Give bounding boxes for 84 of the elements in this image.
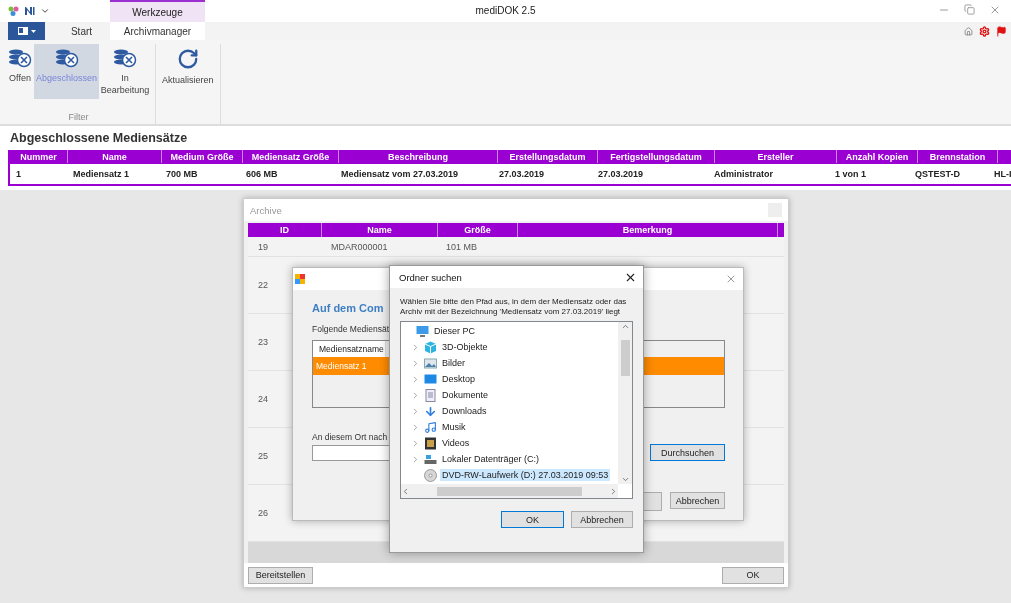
section-title: Abgeschlossene Mediensätze	[9, 130, 189, 147]
filter-button[interactable]: In Bearbeitung	[99, 44, 152, 100]
restore-icon[interactable]	[964, 4, 975, 15]
refresh-icon	[176, 48, 199, 70]
table-cell-text: 24	[257, 394, 269, 404]
tree-item[interactable]: Dieser PC	[432, 325, 477, 337]
cube-icon	[424, 340, 437, 354]
database-icon	[113, 48, 138, 68]
list-label: Folgende Mediensät	[312, 324, 390, 334]
table-cell-text: 27.03.2019	[597, 168, 645, 181]
ribbon-tab[interactable]: Archivmanager	[110, 22, 205, 40]
table-cell-text: 1	[15, 168, 22, 181]
table-cell-text: 700 MB	[165, 168, 199, 181]
horizontal-scrollbar[interactable]	[401, 484, 618, 498]
download-icon	[424, 404, 437, 418]
scroll-left-icon[interactable]	[401, 486, 410, 496]
browse-button[interactable]: Durchsuchen	[650, 444, 725, 461]
film-icon	[424, 436, 437, 450]
refresh-button[interactable]: Aktualisieren	[160, 44, 216, 99]
disc-icon	[424, 468, 437, 482]
logo-mark-icon	[24, 6, 35, 16]
table-cell-text: Mediensatz 1	[72, 168, 131, 181]
table-cell-text: Mediensatz vom 27.03.2019	[340, 168, 460, 181]
table-cell-text: 1 von 1	[834, 168, 867, 181]
tree-item[interactable]: Lokaler Datenträger (C:)	[440, 453, 542, 465]
ok-button[interactable]: OK	[501, 511, 564, 528]
ribbon-tab[interactable]: Start	[53, 22, 110, 40]
ok-button[interactable]: OK	[722, 566, 784, 584]
window-title: mediDOK 2.5	[475, 5, 536, 16]
tree-item[interactable]: Dokumente	[440, 389, 491, 401]
desktop-icon	[424, 372, 437, 386]
database-icon	[54, 48, 79, 68]
customize-dropdown-icon[interactable]	[40, 6, 50, 16]
tree-item[interactable]: 3D-Objekte	[440, 341, 490, 353]
scroll-thumb[interactable]	[620, 340, 630, 376]
table-cell-text: 606 MB	[245, 168, 279, 181]
dialog-description: Wählen Sie bitte den Pfad aus, in dem der Mediensatz oder das Archiv mit der Bezeichnung 'Mediensatz vom 27.03.2019' liegt	[399, 296, 628, 318]
scroll-up-icon[interactable]	[620, 322, 630, 331]
table-cell-text: 101 MB	[445, 241, 479, 252]
filter-button[interactable]: Offen	[6, 44, 34, 99]
table-cell-text: 27.03.2019	[498, 168, 546, 181]
tree-item[interactable]: DVD-RW-Laufwerk (D:) 27.03.2019 09:53	[440, 469, 611, 481]
window-icon	[17, 27, 28, 35]
document-icon	[424, 388, 437, 402]
table-cell-text: MDAR000001	[330, 241, 389, 252]
table-cell-text: HL-I	[993, 168, 1011, 181]
table-cell-text: 26	[257, 508, 269, 518]
table-cell-text: QSTEST-D	[914, 168, 961, 181]
cancel-button[interactable]: Abbrechen	[571, 511, 633, 528]
tree-item[interactable]: Musik	[440, 421, 468, 433]
app-logo-icon	[8, 6, 19, 16]
cancel-button[interactable]: Abbrechen	[670, 492, 725, 509]
provide-button[interactable]: Bereitstellen	[248, 566, 313, 584]
table-cell-text: 25	[257, 451, 269, 461]
column-header[interactable]: Mediensatzname	[313, 341, 386, 357]
window-title: Archive	[250, 204, 282, 216]
scroll-down-icon[interactable]	[620, 475, 630, 484]
ribbon-group-label: Filter	[67, 112, 90, 124]
scroll-right-icon[interactable]	[609, 486, 618, 496]
vertical-scrollbar[interactable]	[618, 322, 632, 484]
table-cell-text: 23	[257, 337, 269, 347]
picture-icon	[424, 356, 437, 370]
monitor-icon	[416, 324, 429, 338]
drive-icon	[424, 452, 437, 466]
dialog-heading: Auf dem Com	[312, 302, 384, 314]
home-icon[interactable]	[964, 26, 973, 36]
flag-icon[interactable]	[996, 25, 1007, 37]
database-icon	[8, 48, 32, 68]
music-note-icon	[424, 420, 437, 434]
tree-item[interactable]: Desktop	[440, 373, 478, 385]
tree-item[interactable]: Videos	[440, 437, 472, 449]
table-cell-text: 19	[257, 241, 269, 252]
caret-icon	[30, 29, 36, 33]
tree-item[interactable]: Downloads	[440, 405, 489, 417]
settings-icon[interactable]	[979, 25, 990, 37]
context-group-label: Werkzeuge	[132, 6, 183, 18]
file-menu-button[interactable]	[8, 22, 45, 40]
table-cell-text: 22	[257, 280, 269, 290]
tree-item[interactable]: Bilder	[440, 357, 467, 369]
table-cell-text: Administrator	[713, 168, 774, 181]
dialog-title: Ordner suchen	[398, 271, 462, 283]
location-label: An diesem Ort nach	[312, 432, 388, 442]
scroll-thumb[interactable]	[437, 486, 582, 496]
app-icon	[295, 274, 305, 284]
